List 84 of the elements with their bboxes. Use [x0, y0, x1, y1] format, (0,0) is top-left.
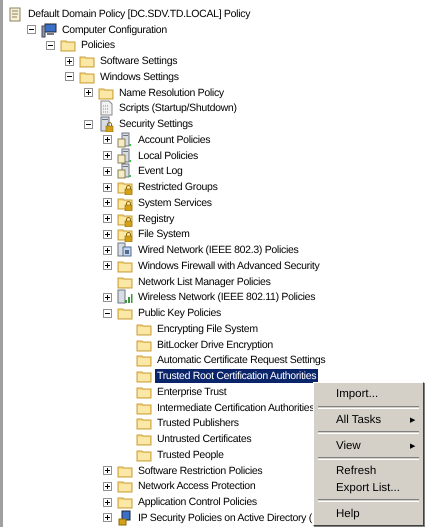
- collapse-toggle[interactable]: [46, 40, 55, 50]
- scroll-icon: [7, 6, 23, 22]
- plus-icon: [104, 262, 111, 270]
- expand-toggle[interactable]: [103, 498, 112, 507]
- tree-item[interactable]: Policies: [79, 38, 117, 52]
- tree-item[interactable]: Encrypting File System: [155, 322, 260, 336]
- tree-item[interactable]: Software Restriction Policies: [136, 464, 264, 478]
- tree-item[interactable]: BitLocker Drive Encryption: [155, 338, 275, 352]
- expand-toggle[interactable]: [103, 214, 112, 224]
- menu-item-label: All Tasks: [336, 414, 382, 426]
- tree-item[interactable]: Trusted Root Certification Authorities: [155, 369, 318, 384]
- network-icon: [117, 242, 133, 258]
- tree-item[interactable]: Local Policies: [136, 148, 200, 163]
- tree-item[interactable]: Windows Firewall with Advanced Security: [136, 258, 322, 273]
- tree-item[interactable]: Untrusted Certificates: [155, 432, 254, 446]
- tree-item[interactable]: Trusted Publishers: [155, 416, 241, 430]
- tree-item[interactable]: Restricted Groups: [136, 180, 220, 194]
- collapse-toggle[interactable]: [65, 72, 74, 82]
- plus-icon: [104, 136, 111, 144]
- signal-bars-icon: [117, 289, 133, 306]
- server-icon: [117, 148, 133, 164]
- plus-icon: [85, 89, 92, 96]
- tree-item[interactable]: Public Key Policies: [136, 306, 224, 320]
- expand-toggle[interactable]: [103, 230, 112, 239]
- plus-icon: [104, 514, 111, 522]
- tree-item[interactable]: Wireless Network (IEEE 802.11) Policies: [136, 290, 318, 304]
- menu-item[interactable]: Refresh: [316, 462, 421, 480]
- expand-toggle[interactable]: [103, 513, 112, 522]
- menu-item-label: View: [336, 440, 361, 452]
- expand-toggle[interactable]: [103, 292, 112, 302]
- plus-icon: [104, 230, 111, 238]
- plus-icon: [104, 498, 111, 506]
- script-icon: [98, 100, 114, 116]
- expand-toggle[interactable]: [103, 246, 112, 255]
- tree-item[interactable]: Name Resolution Policy: [117, 86, 226, 100]
- tree-item[interactable]: Trusted People: [155, 448, 226, 462]
- plus-icon: [104, 467, 111, 474]
- server-icon: [117, 163, 133, 180]
- collapse-toggle[interactable]: [103, 308, 112, 318]
- tree-item[interactable]: Network List Manager Policies: [136, 274, 273, 289]
- menu-item[interactable]: Export List...: [316, 480, 421, 496]
- tree-item[interactable]: Scripts (Startup/Shutdown): [117, 101, 239, 116]
- tree-item[interactable]: File System: [136, 227, 192, 242]
- plus-icon: [104, 482, 111, 490]
- tree-item[interactable]: Network Access Protection: [136, 479, 258, 494]
- plus-icon: [104, 215, 111, 222]
- plus-icon: [66, 58, 73, 65]
- plus-icon: [104, 199, 111, 206]
- plus-icon: [104, 168, 111, 175]
- expand-toggle[interactable]: [103, 198, 112, 208]
- collapse-toggle[interactable]: [27, 25, 36, 34]
- menu-item[interactable]: Import...: [316, 386, 421, 403]
- expand-toggle[interactable]: [65, 56, 74, 66]
- tree-item[interactable]: Wired Network (IEEE 802.3) Policies: [136, 243, 300, 258]
- expand-toggle[interactable]: [103, 466, 112, 476]
- expand-toggle[interactable]: [103, 482, 112, 491]
- tree-item[interactable]: System Services: [136, 196, 214, 210]
- expand-toggle[interactable]: [103, 166, 112, 176]
- plus-icon: [104, 294, 111, 301]
- tree-item[interactable]: IP Security Policies on Active Directory (: [136, 510, 314, 525]
- expand-toggle[interactable]: [103, 261, 112, 270]
- tree-item[interactable]: Enterprise Trust: [155, 384, 228, 399]
- tree-item[interactable]: Windows Settings: [98, 70, 181, 84]
- tree-item[interactable]: Intermediate Certification Authorities: [155, 400, 316, 415]
- server-icon: [117, 132, 133, 148]
- collapse-toggle[interactable]: [84, 120, 93, 129]
- plus-icon: [104, 246, 111, 254]
- tree-item[interactable]: Automatic Certificate Request Settings: [155, 353, 328, 368]
- tree-item[interactable]: Security Settings: [117, 117, 195, 132]
- tree-item[interactable]: Account Policies: [136, 132, 212, 147]
- tree-item[interactable]: Default Domain Policy [DC.SDV.TD.LOCAL] Policy: [26, 6, 252, 21]
- tree-item[interactable]: Event Log: [136, 164, 185, 178]
- tree-item[interactable]: Registry: [136, 212, 176, 226]
- menu-item[interactable]: Help: [316, 505, 421, 522]
- locked-server-icon: [98, 116, 114, 132]
- tree-item[interactable]: Application Control Policies: [136, 495, 259, 510]
- plus-icon: [104, 152, 111, 160]
- expand-toggle[interactable]: [84, 88, 93, 98]
- tree-item[interactable]: Computer Configuration: [60, 22, 169, 37]
- plus-icon: [104, 184, 111, 191]
- expand-toggle[interactable]: [103, 182, 112, 192]
- tree-item[interactable]: Software Settings: [98, 54, 180, 68]
- expand-toggle[interactable]: [103, 151, 112, 160]
- expand-toggle[interactable]: [103, 135, 112, 144]
